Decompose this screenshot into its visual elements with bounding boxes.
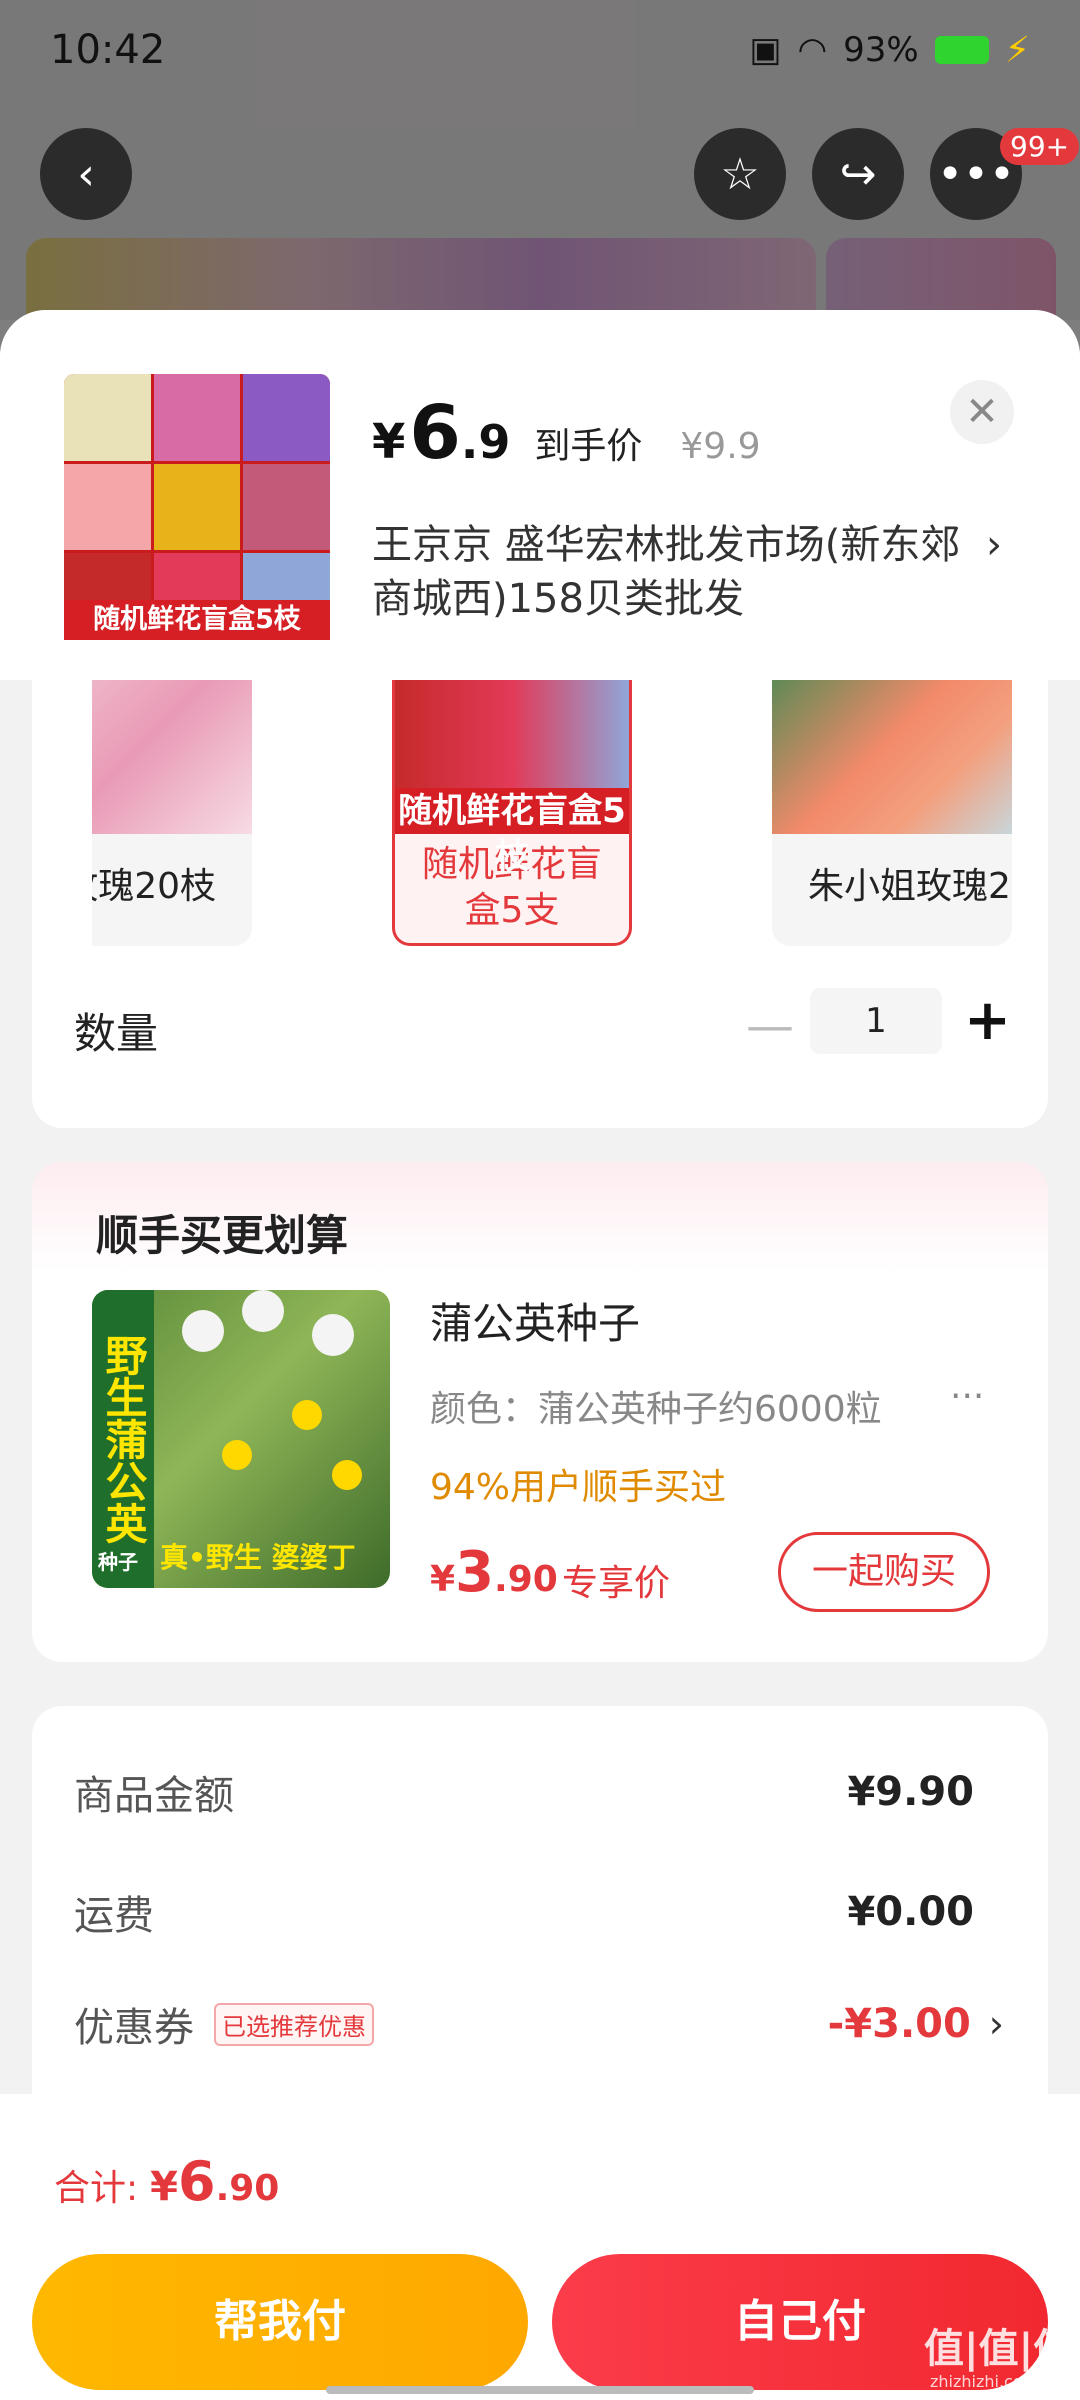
coupon-label: 优惠券 xyxy=(74,2005,194,2051)
variant-option-selected[interactable]: 随机鲜花盲盒5枝 随机鲜花盲盒5支 xyxy=(392,680,632,946)
coupon-row[interactable]: 优惠券 已选推荐优惠 -¥3.00 › xyxy=(74,1994,1004,2054)
close-button[interactable]: ✕ xyxy=(950,380,1014,444)
battery-icon xyxy=(934,36,989,64)
upsell-price-integer: 3 xyxy=(455,1540,495,1605)
sheet-header: 随机鲜花盲盒5枝 ¥ 6 .9 到手价 ¥9.9 王京京 盛华宏林批发市场(新东… xyxy=(0,310,1080,680)
upsell-title: 顺手买更划算 xyxy=(96,1211,349,1260)
star-icon: ☆ xyxy=(720,148,760,200)
total-integer: 6 xyxy=(177,2150,216,2213)
variant-image xyxy=(92,680,252,834)
coupon-label-group: 优惠券 已选推荐优惠 xyxy=(74,1995,374,2053)
original-price: ¥9.9 xyxy=(680,426,761,467)
upsell-section: 顺手买更划算 野生蒲公英 种子 真•野生 婆婆丁 蒲公英种子 颜色：蒲公英种子约… xyxy=(32,1162,1048,1662)
upsell-price-decimal: .90 xyxy=(494,1559,558,1600)
price-decimal: .9 xyxy=(460,415,511,469)
message-badge: 99+ xyxy=(1000,128,1080,165)
charging-icon: ⚡ xyxy=(1004,29,1030,71)
variant-list[interactable]: 神玫瑰20枝 随机鲜花盲盒5枝 随机鲜花盲盒5支 朱小姐玫瑰2 xyxy=(92,680,1022,950)
watermark-url: zhizhizhi.com xyxy=(930,2372,1039,2391)
product-image-label: 随机鲜花盲盒5枝 xyxy=(64,600,330,640)
upsell-price-symbol: ¥ xyxy=(430,1559,456,1600)
shipping-label: 运费 xyxy=(74,1893,154,1939)
quantity-increase-button[interactable]: + xyxy=(964,988,1011,1053)
checkout-footer: 合计: ¥6.90 帮我付 自己付 xyxy=(0,2094,1080,2400)
battery-percent: 93% xyxy=(843,30,919,70)
total-price: 合计: ¥6.90 xyxy=(54,2150,279,2213)
close-icon: ✕ xyxy=(965,389,999,435)
upsell-price-tag: 专享价 xyxy=(562,1563,671,1604)
dandelion-flower xyxy=(222,1440,252,1470)
dandelion-puff xyxy=(242,1290,284,1332)
purchase-sheet: 随机鲜花盲盒5枝 ¥ 6 .9 到手价 ¥9.9 王京京 盛华宏林批发市场(新东… xyxy=(0,310,1080,2400)
dandelion-puff xyxy=(312,1314,354,1356)
goods-amount-row: 商品金额 ¥9.90 xyxy=(74,1762,1004,1822)
sim-icon: ▣ xyxy=(749,30,782,70)
variant-card: 神玫瑰20枝 随机鲜花盲盒5枝 随机鲜花盲盒5支 朱小姐玫瑰2 数量 — 1 + xyxy=(32,680,1048,1128)
upsell-product-name[interactable]: 蒲公英种子 xyxy=(430,1290,640,1351)
upsell-social-proof: 94%用户顺手买过 xyxy=(430,1467,727,1508)
status-icons: ▣ ◠ 93% ⚡ xyxy=(749,30,1030,71)
status-time: 10:42 xyxy=(50,27,166,73)
price-symbol: ¥ xyxy=(372,414,406,470)
price-integer: 6 xyxy=(409,390,461,476)
coupon-value: -¥3.00 xyxy=(827,2001,971,2047)
favorite-button[interactable]: ☆ xyxy=(694,128,786,220)
price-row: ¥ 6 .9 到手价 ¥9.9 xyxy=(372,390,761,476)
help-pay-button[interactable]: 帮我付 xyxy=(32,2254,528,2390)
quantity-decrease-button[interactable]: — xyxy=(746,998,794,1054)
total-label: 合计: xyxy=(54,2168,139,2209)
coupon-value-group[interactable]: -¥3.00 › xyxy=(828,2001,1004,2047)
upsell-price: ¥3.90 xyxy=(430,1540,558,1605)
shipping-value: ¥0.00 xyxy=(847,1889,974,1935)
shipping-row: 运费 ¥0.00 xyxy=(74,1882,1004,1942)
goods-amount-label: 商品金额 xyxy=(74,1773,234,1819)
shop-name[interactable]: 王京京 盛华宏林批发市场(新东郊商城西)158贝类批发 xyxy=(372,518,972,626)
more-options-icon[interactable]: ··· xyxy=(950,1376,984,1417)
share-button[interactable]: ↪ xyxy=(812,128,904,220)
dandelion-flower xyxy=(332,1460,362,1490)
dandelion-puff xyxy=(182,1310,224,1352)
share-icon: ↪ xyxy=(839,148,877,200)
upsell-image[interactable]: 野生蒲公英 种子 真•野生 婆婆丁 xyxy=(92,1290,390,1588)
variant-label: 朱小姐玫瑰2 xyxy=(808,866,1011,907)
variant-option[interactable]: 朱小姐玫瑰2 xyxy=(772,680,1012,946)
watermark-logo: 值|值|值 xyxy=(924,2326,1074,2372)
home-indicator[interactable] xyxy=(326,2386,754,2394)
variant-image xyxy=(772,680,1012,834)
back-button[interactable]: ‹ xyxy=(40,128,132,220)
quantity-input[interactable]: 1 xyxy=(810,988,942,1054)
upsell-image-subtitle: 种子 xyxy=(98,1550,138,1574)
quantity-label: 数量 xyxy=(74,1009,159,1058)
upsell-product-spec[interactable]: 颜色：蒲公英种子约6000粒 xyxy=(430,1380,882,1432)
wifi-icon: ◠ xyxy=(797,30,828,70)
back-icon: ‹ xyxy=(77,148,95,200)
chevron-right-icon: › xyxy=(988,2002,1004,2046)
chevron-right-icon[interactable]: › xyxy=(986,522,1002,568)
upsell-image-title: 野生蒲公英 xyxy=(92,1290,154,1588)
goods-amount-value: ¥9.90 xyxy=(847,1769,974,1815)
price-tag: 到手价 xyxy=(534,426,643,467)
status-bar: 10:42 ▣ ◠ 93% ⚡ xyxy=(0,0,1080,100)
variant-label: 神玫瑰20枝 xyxy=(92,866,216,907)
variant-option[interactable]: 神玫瑰20枝 xyxy=(92,680,252,946)
total-decimal: .90 xyxy=(215,2168,280,2209)
total-symbol: ¥ xyxy=(150,2164,178,2210)
buy-together-button[interactable]: 一起购买 xyxy=(778,1532,990,1612)
coupon-badge: 已选推荐优惠 xyxy=(214,2002,374,2046)
dandelion-flower xyxy=(292,1400,322,1430)
upsell-image-caption: 真•野生 婆婆丁 xyxy=(160,1541,356,1574)
variant-image-banner: 随机鲜花盲盒5枝 xyxy=(395,788,629,877)
